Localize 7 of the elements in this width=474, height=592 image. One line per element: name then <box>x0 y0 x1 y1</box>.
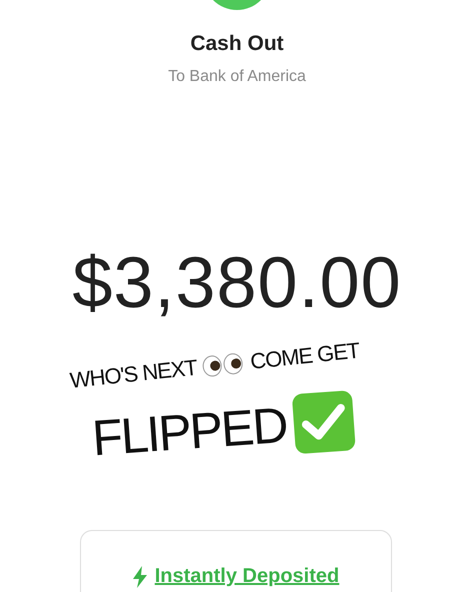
sticker-headline: FLIPPED <box>90 396 288 468</box>
page-title: Cash Out <box>190 32 284 56</box>
deposit-status: Instantly Deposited <box>154 565 340 588</box>
sticker-text: COME GET <box>249 338 361 375</box>
lightning-icon <box>132 566 147 588</box>
bank-subtitle: To Bank of America <box>168 68 306 86</box>
sticker-text: WHO'S NEXT <box>68 354 198 394</box>
